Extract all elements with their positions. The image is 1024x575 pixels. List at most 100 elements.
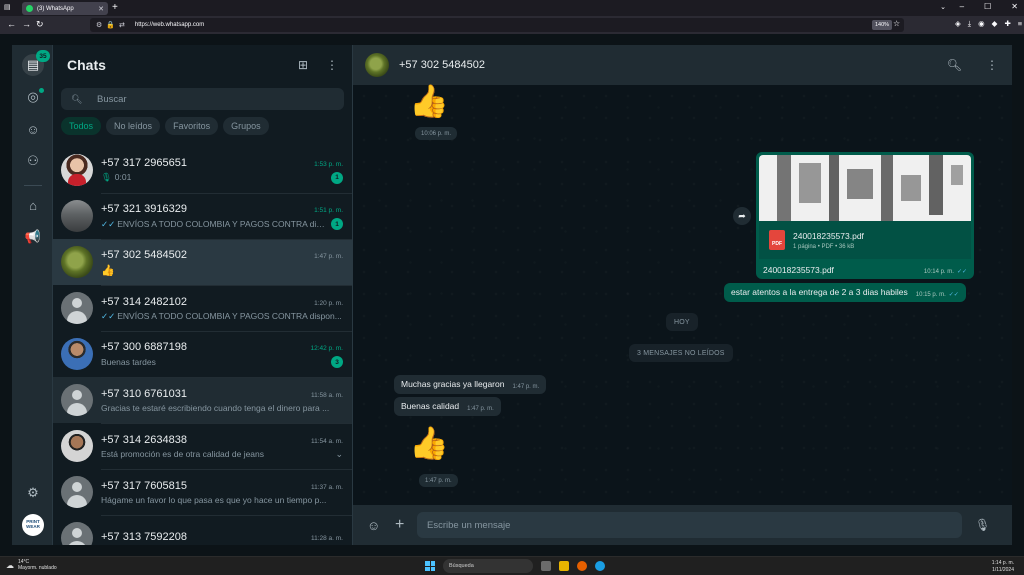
message-time: 1:47 p. m. xyxy=(512,384,540,390)
chat-list-item-selected[interactable]: +57 302 5484502 1:47 p. m. 👍 xyxy=(53,239,352,285)
browser-toolbar: ← → ↻ ⚙🔒⇄ https://web.whatsapp.com 140% … xyxy=(0,16,1024,34)
chat-time: 12:42 p. m. xyxy=(310,345,343,352)
chevron-down-icon[interactable]: ⌄ xyxy=(940,3,946,11)
chat-list-item[interactable]: +57 317 2965651 1:53 p. m. 🎙︎ 0:01 1 xyxy=(53,147,352,193)
maximize-icon[interactable]: ☐ xyxy=(984,2,991,11)
message-text: Muchas gracias ya llegaron xyxy=(401,379,505,389)
incoming-message[interactable]: Buenas calidad 1:47 p. m. xyxy=(394,397,501,416)
advertise-icon[interactable]: 📢 xyxy=(22,226,44,248)
tab-list-icon[interactable]: ▤ xyxy=(4,3,11,11)
chat-list-item[interactable]: +57 300 6887198 12:42 p. m. Buenas tarde… xyxy=(53,331,352,377)
task-view-icon[interactable] xyxy=(541,561,551,571)
chat-list-item[interactable]: +57 310 6761031 11:58 a. m. Gracias te e… xyxy=(53,377,352,423)
chat-time: 11:28 a. m. xyxy=(310,535,343,542)
pocket-icon[interactable]: ◈ xyxy=(955,19,961,29)
taskbar-search-label: Búsqueda xyxy=(449,563,474,569)
filter-unread[interactable]: No leídos xyxy=(106,117,161,135)
back-icon[interactable]: ← xyxy=(7,19,16,29)
message-input[interactable] xyxy=(417,512,962,538)
communities-icon[interactable]: ⚇ xyxy=(22,150,44,172)
bookmark-star-icon[interactable]: ☆ xyxy=(893,19,900,28)
extensions-puzzle-icon[interactable]: ✚ xyxy=(1004,19,1010,29)
settings-gear-icon[interactable]: ⚙ xyxy=(22,482,44,504)
profile-avatar[interactable]: PRINT WEAR xyxy=(22,514,44,536)
emoji-icon[interactable]: ☺ xyxy=(367,518,395,533)
weather-widget[interactable]: ☁ 14°C Mayorm. nublado xyxy=(6,559,57,571)
chat-name: +57 321 3916329 xyxy=(101,203,187,215)
app-menu-icon[interactable]: ≡ xyxy=(1018,19,1022,29)
search-icon: 🔍︎ xyxy=(71,93,83,104)
read-ticks-icon: ✓✓ xyxy=(956,269,967,275)
whatsapp-favicon-icon xyxy=(26,5,33,12)
conversation-header[interactable]: +57 302 5484502 🔍︎ ⋮ xyxy=(353,45,1012,85)
contact-avatar xyxy=(61,338,93,370)
firefox-icon[interactable] xyxy=(577,561,587,571)
downloads-icon[interactable]: ⤓ xyxy=(968,19,971,29)
forward-icon[interactable]: ➦ xyxy=(733,207,751,225)
search-icon[interactable]: 🔍︎ xyxy=(947,58,962,72)
system-clock[interactable]: 1:14 p. m. 1/11/2024 xyxy=(992,560,1014,573)
minimize-icon[interactable]: – xyxy=(960,2,964,11)
clock-date: 1/11/2024 xyxy=(992,566,1014,573)
default-avatar-icon xyxy=(61,522,93,545)
zoom-level-badge[interactable]: 140% xyxy=(872,20,893,30)
chat-list-item[interactable]: +57 317 7605815 11:37 a. m. Hágame un fa… xyxy=(53,469,352,515)
contact-avatar xyxy=(61,200,93,232)
search-box[interactable]: 🔍︎ xyxy=(61,88,344,110)
conversation-menu-icon[interactable]: ⋮ xyxy=(986,58,998,72)
chat-preview: 0:01 xyxy=(114,172,132,182)
filter-all[interactable]: Todos xyxy=(61,117,102,135)
outgoing-message[interactable]: estar atentos a la entrega de 2 a 3 dias… xyxy=(724,283,966,302)
business-tools-icon[interactable]: ⌂ xyxy=(22,194,44,216)
taskbar-search[interactable]: Búsqueda xyxy=(443,559,533,573)
chevron-down-icon[interactable]: ⌄ xyxy=(335,449,343,460)
chat-filters: Todos No leídos Favoritos Grupos xyxy=(53,110,352,135)
chat-list-item[interactable]: +57 314 2634838 11:54 a. m. Está promoci… xyxy=(53,423,352,469)
document-info[interactable]: PDF 240018235573.pdf 1 página • PDF • 36… xyxy=(759,221,971,259)
new-tab-icon[interactable]: + xyxy=(112,2,118,13)
extension-icon[interactable]: ◆ xyxy=(992,19,998,29)
account-icon[interactable]: ◉ xyxy=(978,19,985,29)
chat-time: 1:47 p. m. xyxy=(314,252,343,260)
pdf-preview-thumbnail[interactable] xyxy=(759,155,971,221)
contact-name[interactable]: +57 302 5484502 xyxy=(399,59,485,71)
reload-icon[interactable]: ↻ xyxy=(36,19,44,30)
close-window-icon[interactable]: ✕ xyxy=(1011,2,1018,11)
read-ticks-icon: ✓✓ xyxy=(101,310,116,321)
unread-count-badge: 3 xyxy=(331,356,343,368)
chat-time: 1:51 p. m. xyxy=(314,207,343,214)
site-info-icons[interactable]: ⚙🔒⇄ xyxy=(96,21,129,29)
browser-tool-icons: ◈ ⤓ ◉ ◆ ✚ ≡ xyxy=(955,19,1022,29)
chat-name: +57 310 6761031 xyxy=(101,388,187,400)
url-bar[interactable]: ⚙🔒⇄ https://web.whatsapp.com xyxy=(90,18,904,32)
attach-plus-icon[interactable]: + xyxy=(395,516,417,534)
browser-tab-whatsapp[interactable]: (3) WhatsApp ✕ xyxy=(22,2,108,15)
chat-list-item[interactable]: +57 321 3916329 1:51 p. m. ✓✓ ENVÍOS A TO… xyxy=(53,193,352,239)
chat-list-item[interactable]: +57 313 7592208 11:28 a. m. xyxy=(53,515,352,545)
read-ticks-icon: ✓✓ xyxy=(948,292,959,298)
message-time: 1:47 p. m. xyxy=(419,474,458,487)
thumbs-up-message[interactable]: 👍 xyxy=(409,427,449,459)
voice-message-mic-icon[interactable]: 🎙︎ xyxy=(975,518,990,532)
thumbs-up-message[interactable]: 👍 xyxy=(409,85,449,117)
document-message[interactable]: PDF 240018235573.pdf 1 página • PDF • 36… xyxy=(756,152,974,279)
windows-taskbar: ☁ 14°C Mayorm. nublado Búsqueda 1:14 p. … xyxy=(0,556,1024,575)
filter-favorites[interactable]: Favoritos xyxy=(165,117,219,135)
sidebar-menu-icon[interactable]: ⋮ xyxy=(326,58,338,72)
chat-list-item[interactable]: +57 314 2482102 1:20 p. m. ✓✓ ENVÍOS A TO… xyxy=(53,285,352,331)
filter-groups[interactable]: Grupos xyxy=(223,117,269,135)
url-text: https://web.whatsapp.com xyxy=(134,22,205,28)
windows-start-icon[interactable] xyxy=(425,561,435,571)
contact-avatar[interactable] xyxy=(365,53,389,77)
new-chat-icon[interactable]: ⊞ xyxy=(298,58,308,72)
incoming-message[interactable]: Muchas gracias ya llegaron 1:47 p. m. xyxy=(394,375,547,394)
whatsapp-app: ▤ 35 ◎ ☺ ⚇ ⌂ 📢 ⚙ PRINT WEAR Chats ⊞ ⋮ 🔍︎… xyxy=(12,45,1012,545)
search-input[interactable] xyxy=(97,93,297,105)
chat-name: +57 317 7605815 xyxy=(101,480,187,492)
edge-icon[interactable] xyxy=(595,561,605,571)
close-tab-icon[interactable]: ✕ xyxy=(98,5,104,13)
file-explorer-icon[interactable] xyxy=(559,561,569,571)
channels-icon[interactable]: ☺ xyxy=(22,118,44,140)
unread-count-badge: 1 xyxy=(331,171,343,184)
forward-icon[interactable]: → xyxy=(22,19,31,29)
